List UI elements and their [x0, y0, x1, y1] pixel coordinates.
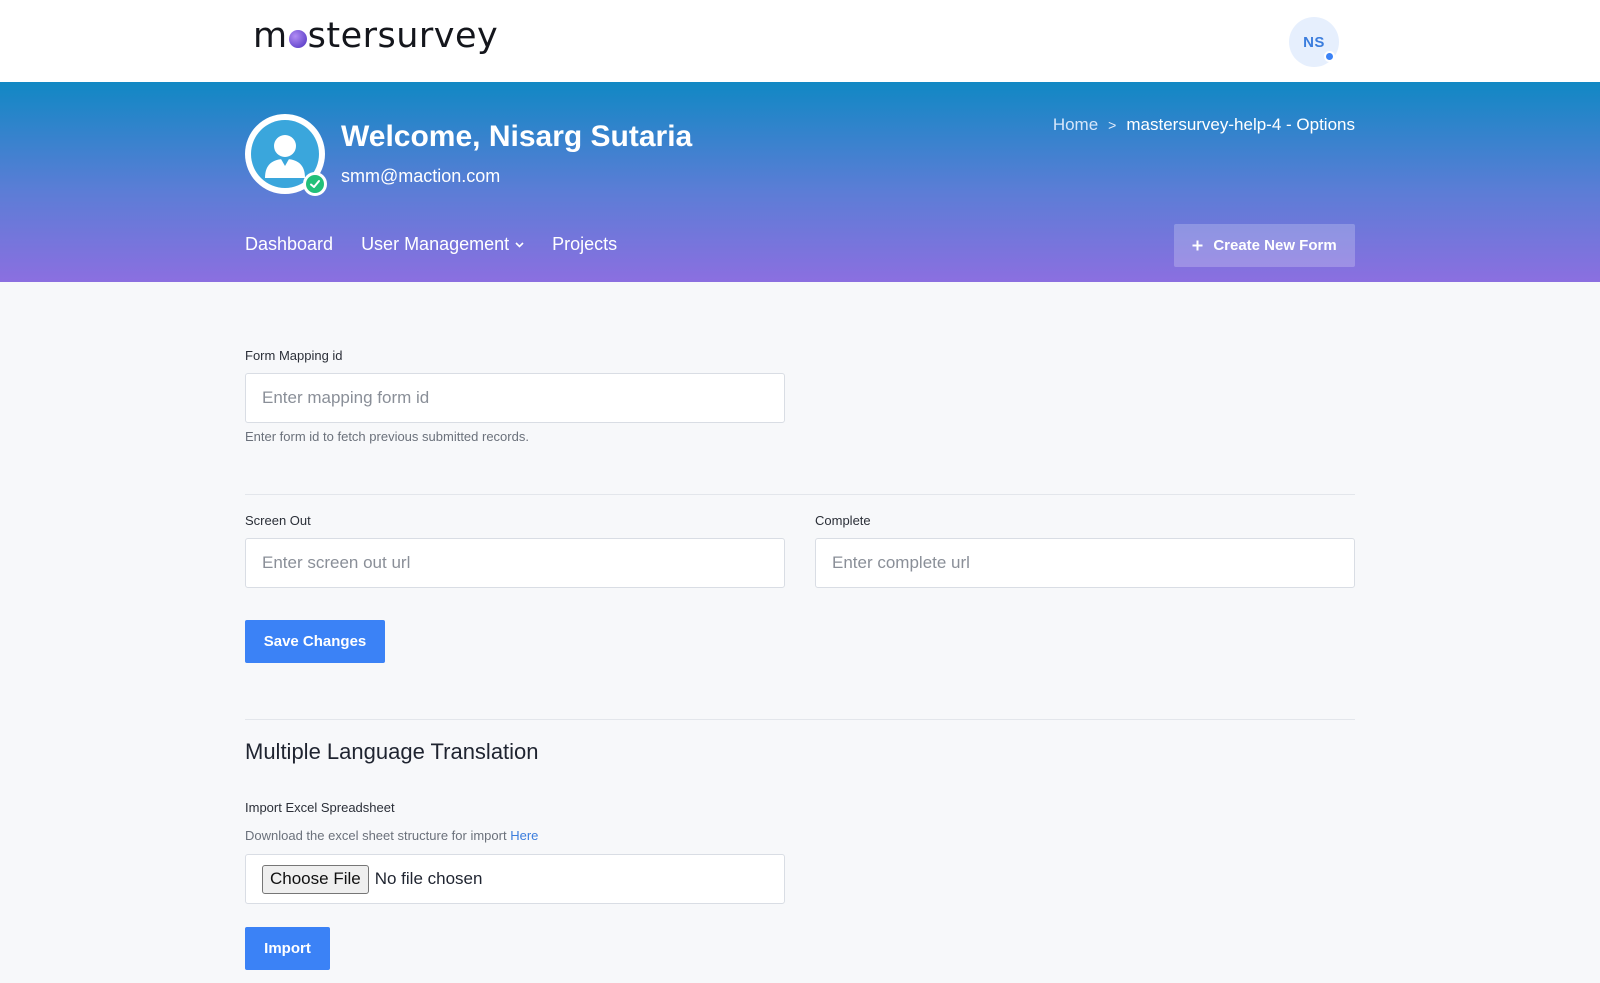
screen-out-label: Screen Out [245, 513, 311, 528]
section-divider [245, 494, 1355, 495]
screen-out-input[interactable] [245, 538, 785, 588]
top-bar: m stersurvey NS [0, 0, 1600, 82]
gradient-dot-icon [288, 30, 307, 48]
breadcrumb: Home > mastersurvey-help-4 - Options [1053, 115, 1355, 135]
file-status-text: No file chosen [374, 869, 483, 888]
nav-user-management-label: User Management [361, 234, 510, 254]
profile-header: Welcome, Nisarg Sutaria smm@maction.com … [0, 82, 1600, 282]
import-help-text: Download the excel sheet structure for i… [245, 828, 538, 843]
mapping-label: Form Mapping id [245, 348, 343, 363]
logo-prefix: m [253, 16, 288, 56]
file-upload-field: Choose File No file chosen [245, 854, 785, 904]
profile-picture [245, 114, 327, 196]
plus-icon [1192, 240, 1203, 251]
create-new-form-button[interactable]: Create New Form [1174, 224, 1355, 267]
nav-projects[interactable]: Projects [552, 234, 617, 255]
save-changes-button[interactable]: Save Changes [245, 620, 385, 663]
import-label: Import Excel Spreadsheet [245, 800, 395, 815]
main-nav: Dashboard User Management Projects [245, 234, 617, 255]
mapping-help-text: Enter form id to fetch previous submitte… [245, 429, 529, 444]
logo-suffix: stersurvey [307, 16, 499, 56]
chevron-down-icon [515, 241, 524, 248]
nav-dashboard-label: Dashboard [245, 234, 334, 254]
nav-projects-label: Projects [552, 234, 618, 254]
import-button[interactable]: Import [245, 927, 330, 970]
translation-section-title: Multiple Language Translation [245, 739, 539, 764]
welcome-title: Welcome, Nisarg Sutaria [341, 120, 693, 153]
breadcrumb-separator: > [1108, 117, 1117, 133]
breadcrumb-current: mastersurvey-help-4 - Options [1126, 115, 1355, 134]
import-help-message: Download the excel sheet structure for i… [245, 828, 507, 843]
logo[interactable]: m stersurvey [253, 16, 498, 56]
mapping-id-input[interactable] [245, 373, 785, 423]
section-divider [245, 719, 1355, 720]
create-new-form-label: Create New Form [1213, 237, 1337, 254]
user-avatar[interactable]: NS [1289, 17, 1339, 67]
nav-dashboard[interactable]: Dashboard [245, 234, 333, 255]
online-status-dot [1324, 51, 1335, 62]
choose-file-button[interactable]: Choose File [262, 864, 369, 894]
complete-label: Complete [815, 513, 871, 528]
breadcrumb-home[interactable]: Home [1053, 115, 1098, 135]
download-template-link[interactable]: Here [510, 828, 538, 843]
check-circle-icon [303, 172, 327, 196]
complete-url-input[interactable] [815, 538, 1355, 588]
nav-user-management[interactable]: User Management [361, 234, 524, 255]
avatar-initials: NS [1303, 33, 1325, 51]
user-email: smm@maction.com [341, 166, 501, 186]
